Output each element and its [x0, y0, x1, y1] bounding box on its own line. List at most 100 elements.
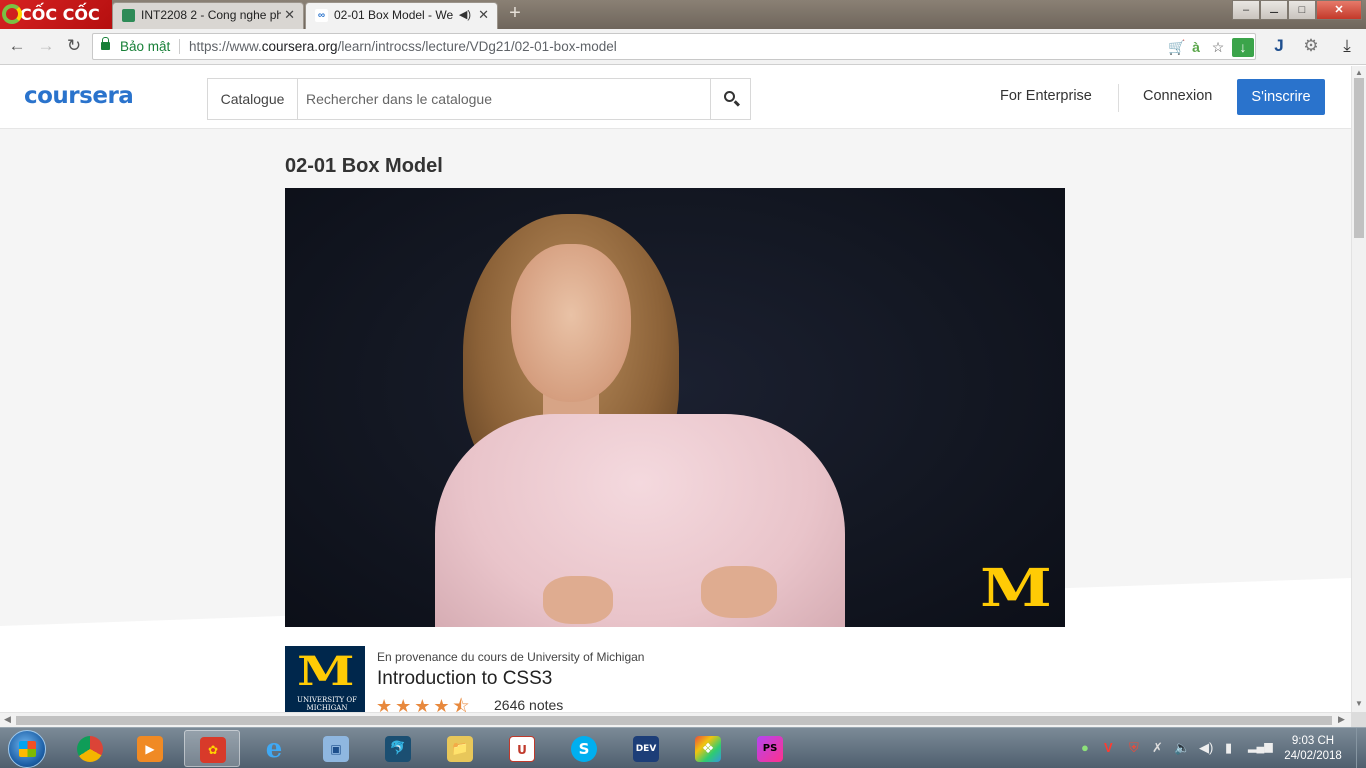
course-title-link[interactable]: Introduction to CSS3	[377, 668, 552, 690]
vertical-scroll-thumb[interactable]	[1354, 78, 1364, 238]
coursera-logo[interactable]: coursera	[24, 83, 134, 109]
signup-button[interactable]: S'inscrire	[1237, 79, 1325, 115]
windows-taskbar: ▶ ✿ e ▣ 🐬 📁 U S DEV ❖ PS ● V ⛨ ✗ 🔈 ◀) ▮ …	[0, 727, 1366, 768]
tray-signal-icon[interactable]: ▂▄▆	[1248, 740, 1273, 753]
tray-shield-icon[interactable]: ⛨	[1129, 740, 1139, 756]
unikey-icon: U	[509, 736, 535, 762]
brand-text: CỐC CỐC	[20, 5, 100, 24]
downloads-icon[interactable]: ⤓	[1336, 35, 1358, 57]
taskbar-virtualbox[interactable]: ▣	[308, 730, 364, 767]
presenter-hand-right	[701, 566, 777, 618]
colorful-app-icon: ❖	[695, 736, 721, 762]
tray-volume-icon[interactable]: 🔈	[1174, 740, 1190, 756]
mysql-workbench-icon: 🐬	[385, 736, 411, 762]
internet-explorer-icon: e	[265, 734, 283, 764]
horizontal-scrollbar[interactable]: ◀ ▶	[0, 712, 1351, 727]
nav-divider	[1118, 84, 1119, 112]
search-bar: Catalogue	[207, 78, 751, 120]
vertical-scrollbar[interactable]: ▲ ▼	[1351, 66, 1366, 712]
maximize-button[interactable]: □	[1288, 0, 1316, 20]
file-explorer-icon: 📁	[447, 736, 473, 762]
presenter-body	[435, 414, 845, 627]
rating-stars-icon: ★★★★⯪	[376, 696, 473, 712]
search-input[interactable]	[298, 79, 710, 119]
tab-int2208[interactable]: INT2208 2 - Cong nghe ph ✕	[112, 2, 304, 29]
ratings-count: 2646 notes	[494, 697, 564, 712]
taskbar-dev-cpp[interactable]: DEV	[618, 730, 674, 767]
taskbar-media-player[interactable]: ▶	[122, 730, 178, 767]
dev-cpp-icon: DEV	[633, 736, 659, 762]
tray-volume2-icon[interactable]: ◀)	[1199, 740, 1213, 756]
taskbar-file-explorer[interactable]: 📁	[432, 730, 488, 767]
tray-v-antivirus-icon[interactable]: V	[1104, 740, 1113, 755]
reload-icon[interactable]: ↻	[63, 35, 85, 57]
search-icon	[724, 91, 735, 102]
media-player-icon: ▶	[137, 736, 163, 762]
tab-close-icon[interactable]: ✕	[478, 3, 489, 27]
coccoc-logo[interactable]: CỐC CỐC	[0, 0, 112, 29]
clock-time: 9:03 CH	[1291, 735, 1335, 747]
lecture-title: 02-01 Box Model	[285, 155, 443, 177]
url-divider	[179, 39, 180, 54]
restore-button[interactable]: ⚊	[1260, 0, 1288, 20]
university-logo-text: UNIVERSITY OF MICHIGAN	[297, 696, 357, 712]
forward-arrow-icon[interactable]: →	[35, 35, 57, 57]
download-extension-icon[interactable]: ↓	[1232, 38, 1254, 57]
clock-date: 24/02/2018	[1284, 750, 1342, 762]
coursera-favicon-icon: ∞	[315, 9, 328, 22]
shopping-cart-icon[interactable]: 🛒	[1167, 38, 1187, 57]
lock-icon	[101, 37, 110, 50]
taskbar-chrome[interactable]	[62, 730, 118, 767]
tray-leaf-icon[interactable]: ●	[1081, 740, 1089, 755]
taskbar-clock[interactable]: 9:03 CH 24/02/2018	[1278, 734, 1348, 764]
taskbar-unikey[interactable]: U	[494, 730, 550, 767]
taskbar-colorful-app[interactable]: ❖	[680, 730, 736, 767]
show-desktop-button[interactable]	[1356, 728, 1366, 768]
scroll-down-icon[interactable]: ▼	[1355, 699, 1363, 708]
search-button[interactable]	[710, 79, 750, 119]
catalogue-button[interactable]: Catalogue	[208, 79, 298, 119]
site-header: coursera Catalogue For Enterprise Connex…	[0, 66, 1351, 129]
scrollbar-corner	[1351, 712, 1366, 727]
scroll-left-icon[interactable]: ◀	[4, 714, 11, 725]
coccoc-icon: ✿	[200, 737, 226, 763]
browser-toolbar: ← → ↻ Bảo mật https://www.coursera.org/l…	[0, 29, 1366, 65]
michigan-watermark: M	[980, 558, 1052, 619]
taskbar-phpstorm[interactable]: PS	[742, 730, 798, 767]
for-enterprise-link[interactable]: For Enterprise	[1000, 88, 1092, 104]
address-bar[interactable]: Bảo mật https://www.coursera.org/learn/i…	[92, 33, 1256, 60]
course-provenance: En provenance du cours de University of …	[377, 650, 645, 664]
new-tab-button[interactable]: +	[505, 3, 525, 23]
coccoc-swirl-icon	[2, 4, 22, 24]
sheets-icon	[122, 9, 135, 22]
skype-icon: S	[571, 736, 597, 762]
horizontal-scroll-thumb[interactable]	[16, 716, 1332, 725]
login-link[interactable]: Connexion	[1143, 88, 1212, 104]
close-window-button[interactable]: ✕	[1316, 0, 1362, 20]
taskbar-coccoc[interactable]: ✿	[184, 730, 240, 767]
video-player[interactable]: M	[285, 188, 1065, 627]
minimize-button[interactable]: –	[1232, 0, 1260, 20]
start-button[interactable]	[8, 730, 46, 768]
tray-network-error-icon[interactable]: ✗	[1152, 740, 1163, 756]
extension-j-icon[interactable]: J	[1268, 35, 1290, 57]
back-arrow-icon[interactable]: ←	[6, 35, 28, 57]
translate-icon[interactable]: à	[1189, 38, 1203, 57]
settings-gear-icon[interactable]: ⚙	[1300, 35, 1322, 57]
speaker-icon[interactable]: ◀)	[459, 3, 471, 27]
url-text[interactable]: https://www.coursera.org/learn/introcss/…	[189, 34, 617, 59]
taskbar-mysql-workbench[interactable]: 🐬	[370, 730, 426, 767]
presenter-hand-left	[543, 576, 613, 624]
tab-title: INT2208 2 - Cong nghe ph	[141, 8, 281, 22]
tab-box-model[interactable]: ∞ 02-01 Box Model - We ◀) ✕	[305, 2, 498, 29]
taskbar-internet-explorer[interactable]: e	[246, 730, 302, 767]
scroll-up-icon[interactable]: ▲	[1355, 68, 1363, 77]
tab-close-icon[interactable]: ✕	[284, 3, 295, 27]
scroll-right-icon[interactable]: ▶	[1338, 714, 1345, 725]
taskbar-skype[interactable]: S	[556, 730, 612, 767]
page-content: coursera Catalogue For Enterprise Connex…	[0, 66, 1351, 712]
tray-usb-icon[interactable]: ▮	[1225, 740, 1232, 756]
university-logo[interactable]: M UNIVERSITY OF MICHIGAN	[285, 646, 365, 712]
bookmark-star-icon[interactable]: ☆	[1209, 38, 1227, 57]
phpstorm-icon: PS	[757, 736, 783, 762]
